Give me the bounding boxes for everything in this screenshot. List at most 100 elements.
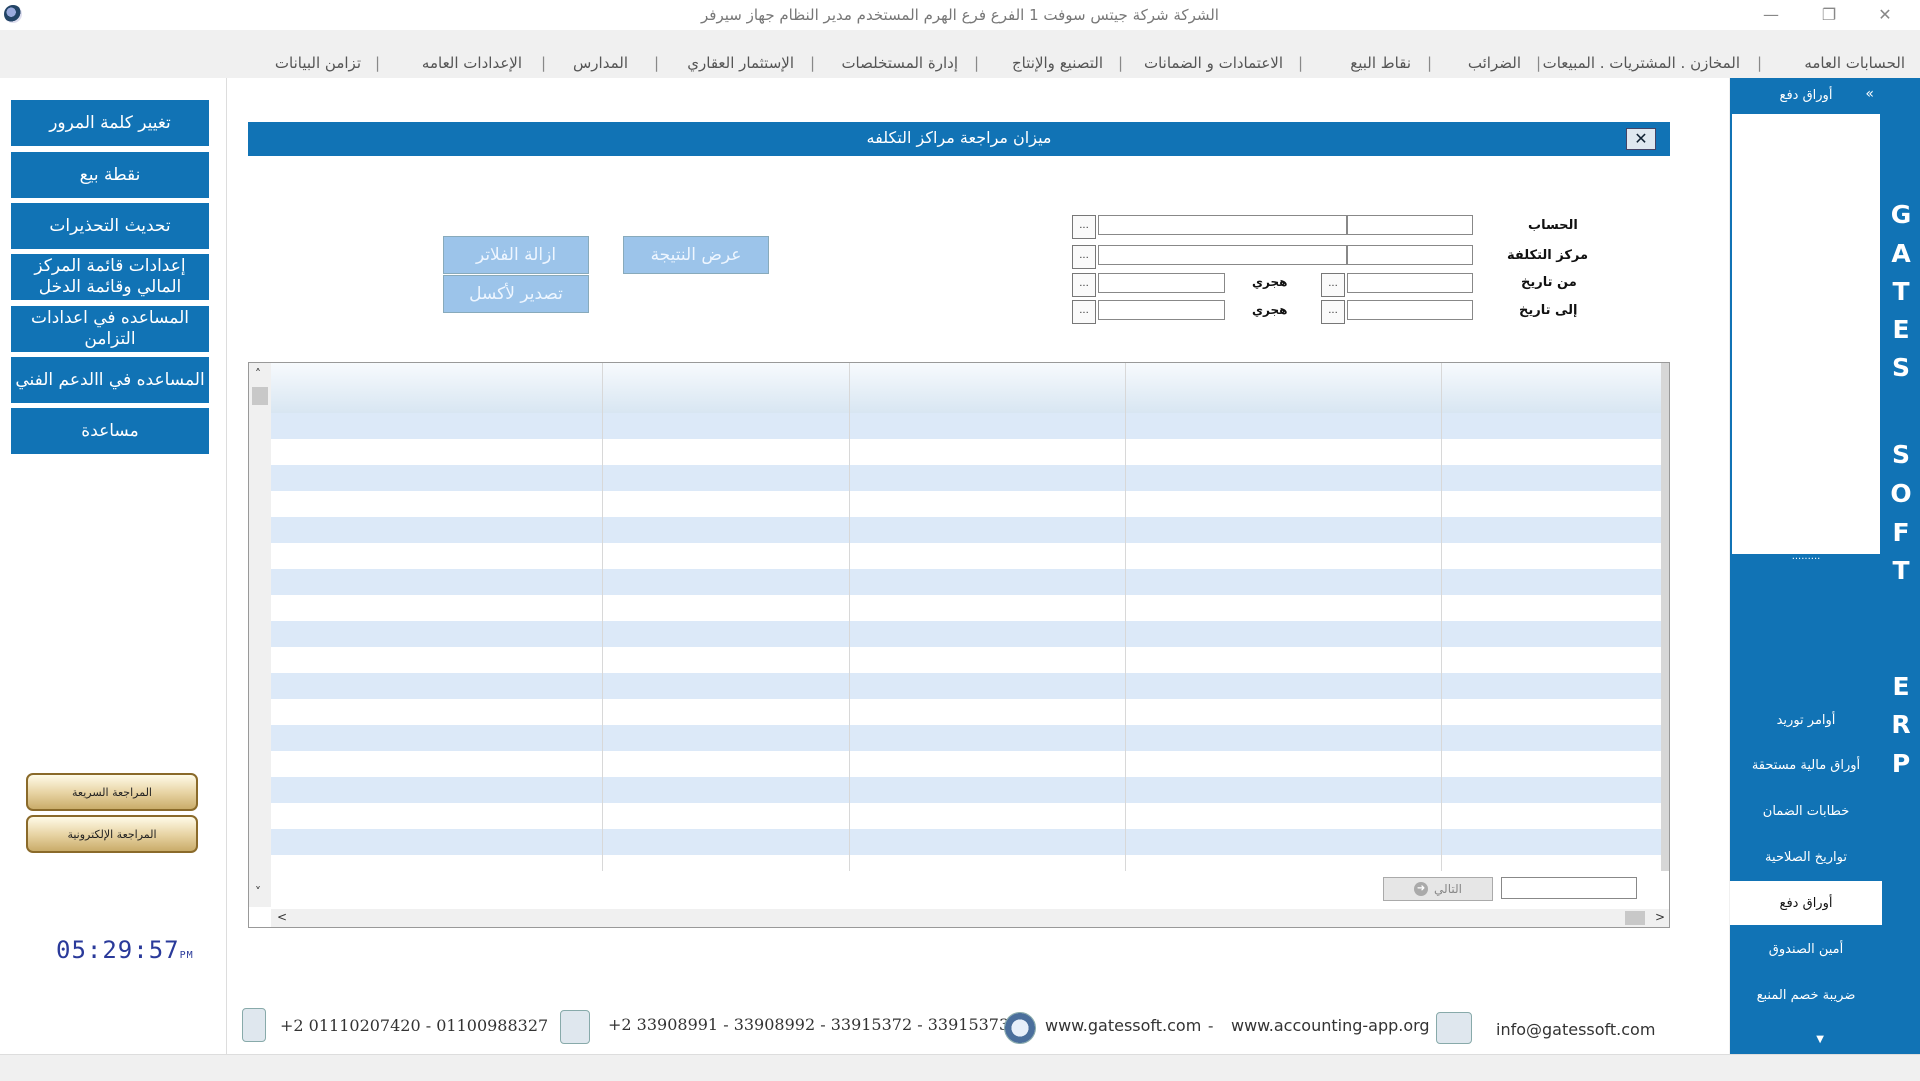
scroll-down-icon[interactable]: ▼ [1816, 1034, 1824, 1045]
from-date-input[interactable] [1347, 273, 1473, 293]
pos-button[interactable]: نقطة بيع [11, 152, 209, 198]
account-code-input[interactable] [1347, 215, 1473, 235]
menu-taxes[interactable]: الضرائب [1468, 54, 1521, 72]
menu-manufacturing[interactable]: التصنيع والإنتاج [1012, 54, 1103, 72]
footer-website[interactable]: www.gatessoft.com [1045, 1016, 1201, 1035]
account-name-input[interactable] [1098, 215, 1347, 235]
next-arrow-icon: ➜ [1414, 882, 1429, 896]
from-date-picker-button[interactable]: ... [1321, 273, 1345, 297]
sync-settings-help-button[interactable]: المساعده في اعدادات التزامن [11, 306, 209, 352]
export-excel-button[interactable]: تصدير لأكسل [443, 275, 589, 313]
table-row[interactable] [271, 777, 1661, 803]
sidebar-item-expiry-dates[interactable]: تواريخ الصلاحية [1730, 835, 1882, 879]
panel-splitter[interactable]: ......... [1730, 552, 1882, 566]
table-row[interactable] [271, 673, 1661, 699]
table-row[interactable] [271, 855, 1661, 871]
cost-center-code-input[interactable] [1347, 245, 1473, 265]
footer-email[interactable]: info@gatessoft.com [1496, 1020, 1655, 1039]
close-window-button[interactable]: ✕ [1862, 2, 1908, 28]
sidebar-item-guarantee-letters[interactable]: خطابات الضمان [1730, 789, 1882, 833]
menu-inventory-sales[interactable]: المخازن . المشتريات . المبيعات [1543, 54, 1740, 72]
sidebar-item-payment-papers[interactable]: أوراق دفع [1730, 881, 1882, 925]
globe-icon [1004, 1012, 1036, 1044]
sidebar-item-cashier[interactable]: أمين الصندوق [1730, 927, 1882, 971]
table-row[interactable] [271, 751, 1661, 777]
right-panel-content [1732, 114, 1880, 554]
menu-schools[interactable]: المدارس [573, 54, 628, 72]
brand-letter: F [1892, 518, 1910, 547]
financial-statements-settings-button[interactable]: إعدادات قائمة المركز المالي وقائمة الدخل [11, 254, 209, 300]
table-row[interactable] [271, 725, 1661, 751]
show-result-button[interactable]: عرض النتيجة [623, 236, 769, 274]
table-row[interactable] [271, 569, 1661, 595]
column-divider [602, 363, 603, 871]
cost-center-name-input[interactable] [1098, 245, 1347, 265]
scroll-right-icon[interactable]: > [1655, 910, 1665, 924]
brand-letter: A [1891, 239, 1911, 268]
from-hijri-picker-button[interactable]: ... [1072, 273, 1096, 297]
table-row[interactable] [271, 595, 1661, 621]
horizontal-scrollbar[interactable]: < > [271, 909, 1669, 927]
account-browse-button[interactable]: ... [1072, 215, 1096, 239]
to-date-input[interactable] [1347, 300, 1473, 320]
to-hijri-picker-button[interactable]: ... [1072, 300, 1096, 324]
sidebar-item-due-securities[interactable]: أوراق مالية مستحقة [1730, 743, 1882, 787]
main-menu-bar: الحسابات العامه | المخازن . المشتريات . … [0, 30, 1920, 78]
horizontal-scroll-thumb[interactable] [1625, 911, 1645, 925]
sidebar-item-supply-orders[interactable]: أوامر توريد [1730, 698, 1882, 742]
grid-right-edge [1661, 363, 1669, 871]
next-page-button[interactable]: التالي ➜ [1383, 877, 1493, 901]
change-password-button[interactable]: تغيير كلمة المرور [11, 100, 209, 146]
menu-general-settings[interactable]: الإعدادات العامه [422, 54, 522, 72]
minimize-button[interactable]: — [1748, 2, 1794, 28]
table-row[interactable] [271, 543, 1661, 569]
table-row[interactable] [271, 491, 1661, 517]
menu-credits-guarantees[interactable]: الاعتمادات و الضمانات [1144, 54, 1283, 72]
menu-extracts[interactable]: إدارة المستخلصات [841, 54, 958, 72]
window-title: الشركة شركة جيتس سوفت 1 الفرع فرع الهرم … [701, 6, 1219, 24]
email-icon [1436, 1012, 1472, 1044]
menu-data-sync[interactable]: تزامن البيانات [275, 54, 361, 72]
vertical-scrollbar[interactable]: ˄ ˅ [249, 363, 271, 907]
cost-center-browse-button[interactable]: ... [1072, 245, 1096, 269]
menu-separator: | [1118, 54, 1124, 72]
tech-support-help-button[interactable]: المساعده في االدعم الفني [11, 357, 209, 403]
table-row[interactable] [271, 621, 1661, 647]
table-row[interactable] [271, 699, 1661, 725]
from-hijri-input[interactable] [1098, 273, 1225, 293]
scroll-down-icon[interactable]: ˅ [255, 885, 261, 899]
to-hijri-input[interactable] [1098, 300, 1225, 320]
restore-button[interactable]: ❐ [1806, 2, 1852, 28]
vertical-scroll-thumb[interactable] [252, 387, 268, 405]
scroll-left-icon[interactable]: < [277, 910, 287, 924]
page-number-input[interactable] [1501, 877, 1637, 899]
table-row[interactable] [271, 439, 1661, 465]
help-button[interactable]: مساعدة [11, 408, 209, 454]
table-row[interactable] [271, 517, 1661, 543]
left-panel: تغيير كلمة المرور نقطة بيع تحديث التحذير… [0, 78, 227, 1054]
electronic-review-button[interactable]: المراجعة الإلكترونية [26, 815, 198, 853]
results-grid[interactable]: ˄ ˅ التالي ➜ < > [248, 362, 1670, 928]
table-row[interactable] [271, 829, 1661, 855]
footer-website-2[interactable]: www.accounting-app.org [1231, 1016, 1430, 1035]
table-row[interactable] [271, 465, 1661, 491]
table-row[interactable] [271, 803, 1661, 829]
phone-icon [560, 1010, 590, 1044]
menu-pos[interactable]: نقاط البيع [1350, 54, 1411, 72]
refresh-alerts-button[interactable]: تحديث التحذيرات [11, 203, 209, 249]
menu-separator: | [654, 54, 660, 72]
sidebar-item-withholding-tax[interactable]: ضريبة خصم المنبع [1730, 973, 1882, 1017]
to-date-picker-button[interactable]: ... [1321, 300, 1345, 324]
table-row[interactable] [271, 647, 1661, 673]
dialog-close-button[interactable]: ✕ [1626, 128, 1656, 150]
table-row[interactable] [271, 413, 1661, 439]
quick-review-button[interactable]: المراجعة السريعة [26, 773, 198, 811]
collapse-chevron-icon[interactable]: « [1865, 86, 1874, 102]
menu-real-estate[interactable]: الإستثمار العقاري [687, 54, 794, 72]
to-date-label: إلى تاريخ [1519, 303, 1578, 318]
clear-filters-button[interactable]: ازالة الفلاتر [443, 236, 589, 274]
brand-letter: T [1892, 277, 1910, 306]
scroll-up-icon[interactable]: ˄ [255, 367, 261, 381]
menu-general-accounts[interactable]: الحسابات العامه [1804, 54, 1905, 72]
status-bar [0, 1054, 1920, 1081]
